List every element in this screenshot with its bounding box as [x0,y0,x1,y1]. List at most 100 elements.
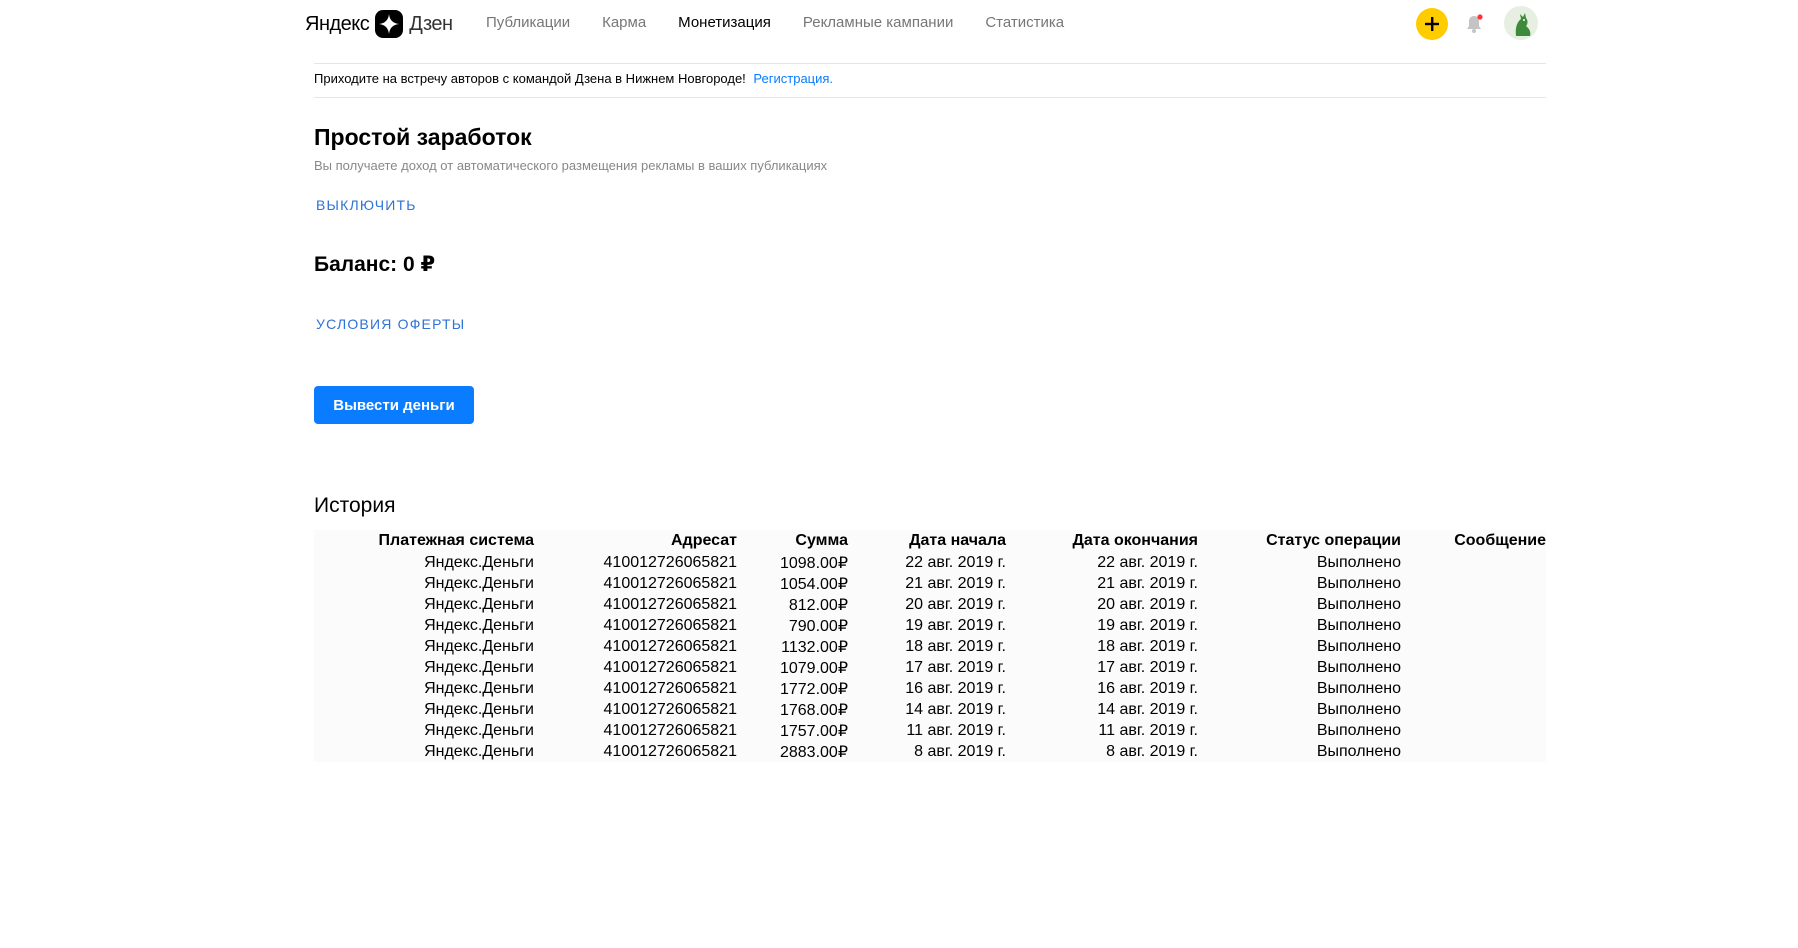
start-date-cell: 22 авг. 2019 г. [905,553,1006,571]
end-date-cell: 11 авг. 2019 г. [1098,721,1198,739]
status-cell: Выполнено [1316,595,1401,613]
recipient-cell: 410012726065821 [603,658,737,676]
end-date-cell: 16 авг. 2019 г. [1097,679,1198,697]
payment-system-cell: Яндекс.Деньги [424,616,534,634]
payment-system-cell: Яндекс.Деньги [424,742,534,760]
col-recipient: Адресат [671,532,737,549]
amount-cell: 1768.00₽ [779,701,848,719]
main-nav: Публикации Карма Монетизация Рекламные к… [486,14,1064,31]
status-cell: Выполнено [1316,574,1401,592]
table-row: Яндекс.Деньги 410012726065821 812.00₽ 20 ав… [314,594,1546,615]
table-row: Яндекс.Деньги 410012726065821 1079.00₽ 17 а… [314,657,1546,678]
end-date-cell: 14 авг. 2019 г. [1097,700,1198,718]
status-cell: Выполнено [1316,616,1401,634]
nav-monetization[interactable]: Монетизация [678,14,771,31]
simple-earnings-description: Вы получаете доход от автоматического ра… [314,158,828,173]
end-date-cell: 17 авг. 2019 г. [1097,658,1198,676]
nav-karma[interactable]: Карма [602,14,646,31]
table-row: Яндекс.Деньги 410012726065821 1768.00₽ 14 а… [314,699,1546,720]
amount-cell: 790.00₽ [788,617,848,635]
history-table: Платежная система Адресат Сумма Дата нач… [314,530,1546,762]
message-cell [1401,699,1546,720]
nav-publications[interactable]: Публикации [486,14,570,31]
recipient-cell: 410012726065821 [603,553,737,571]
payment-system-cell: Яндекс.Деньги [424,553,534,571]
registration-link[interactable]: Регистрация. [753,71,833,86]
col-end-date: Дата окончания [1072,532,1198,549]
status-cell: Выполнено [1316,553,1401,571]
recipient-cell: 410012726065821 [603,742,737,760]
payment-system-cell: Яндекс.Деньги [424,637,534,655]
top-header: Яндекс Дзен Публикации Карма Монетизация… [0,0,1798,48]
message-cell [1401,657,1546,678]
history-table-container: Платежная система Адресат Сумма Дата нач… [314,530,1546,762]
status-cell: Выполнено [1316,658,1401,676]
col-status: Статус операции [1266,532,1401,549]
payment-system-cell: Яндекс.Деньги [424,700,534,718]
user-avatar[interactable] [1504,6,1538,40]
plus-icon [1425,17,1439,31]
message-cell [1401,594,1546,615]
recipient-cell: 410012726065821 [603,679,737,697]
table-row: Яндекс.Деньги 410012726065821 1098.00₽ 22 а… [314,552,1546,573]
payment-system-cell: Яндекс.Деньги [424,679,534,697]
bell-icon [1467,14,1483,33]
amount-cell: 1079.00₽ [779,659,848,677]
col-start-date: Дата начала [909,532,1006,549]
end-date-cell: 22 авг. 2019 г. [1097,553,1198,571]
header-divider [314,63,1546,64]
payment-system-cell: Яндекс.Деньги [424,574,534,592]
amount-cell: 2883.00₽ [779,743,848,761]
message-cell [1401,552,1546,573]
status-cell: Выполнено [1316,700,1401,718]
recipient-cell: 410012726065821 [603,595,737,613]
table-row: Яндекс.Деньги 410012726065821 1772.00₽ 16 а… [314,678,1546,699]
amount-cell: 1098.00₽ [779,554,848,572]
withdraw-button[interactable]: Вывести деньги [314,386,474,424]
end-date-cell: 19 авг. 2019 г. [1097,616,1198,634]
message-cell [1401,741,1546,762]
history-title: История [314,494,396,517]
offer-terms-link[interactable]: условия оферты [316,316,465,332]
start-date-cell: 19 авг. 2019 г. [905,616,1006,634]
create-button[interactable] [1416,8,1448,40]
amount-cell: 812.00₽ [788,596,848,614]
end-date-cell: 21 авг. 2019 г. [1097,574,1198,592]
status-cell: Выполнено [1316,742,1401,760]
notice-divider [314,97,1546,98]
status-cell: Выполнено [1316,721,1401,739]
amount-cell: 1757.00₽ [779,722,848,740]
notifications-button[interactable] [1462,12,1486,36]
col-payment-system: Платежная система [378,532,534,549]
amount-cell: 1132.00₽ [781,638,848,656]
notice-text: Приходите на встречу авторов с командой … [314,71,746,86]
message-cell [1401,636,1546,657]
message-cell [1401,573,1546,594]
recipient-cell: 410012726065821 [603,616,737,634]
payment-system-cell: Яндекс.Деньги [424,721,534,739]
col-message: Сообщение [1454,532,1546,549]
table-row: Яндекс.Деньги 410012726065821 1132.00₽ 18 а… [314,636,1546,657]
recipient-cell: 410012726065821 [603,700,737,718]
payment-system-cell: Яндекс.Деньги [424,658,534,676]
start-date-cell: 8 авг. 2019 г. [914,742,1006,760]
nav-statistics[interactable]: Статистика [985,14,1064,31]
logo-zen-text: Дзен [409,12,453,35]
end-date-cell: 20 авг. 2019 г. [1097,595,1198,613]
start-date-cell: 16 авг. 2019 г. [905,679,1006,697]
nav-ad-campaigns[interactable]: Рекламные кампании [803,14,953,31]
message-cell [1401,678,1546,699]
end-date-cell: 8 авг. 2019 г. [1106,742,1198,760]
table-row: Яндекс.Деньги 410012726065821 2883.00₽ 8 ав… [314,741,1546,762]
zen-logo[interactable]: Яндекс Дзен [305,10,453,38]
event-notice: Приходите на встречу авторов с командой … [314,71,833,86]
table-row: Яндекс.Деньги 410012726065821 1054.00₽ 21 а… [314,573,1546,594]
start-date-cell: 20 авг. 2019 г. [905,595,1006,613]
status-cell: Выполнено [1316,637,1401,655]
recipient-cell: 410012726065821 [603,637,737,655]
balance-label: Баланс: 0 ₽ [314,253,436,276]
start-date-cell: 18 авг. 2019 г. [905,637,1006,655]
zen-star-icon [375,10,404,38]
disable-link[interactable]: выключить [316,197,417,213]
start-date-cell: 14 авг. 2019 г. [905,700,1006,718]
